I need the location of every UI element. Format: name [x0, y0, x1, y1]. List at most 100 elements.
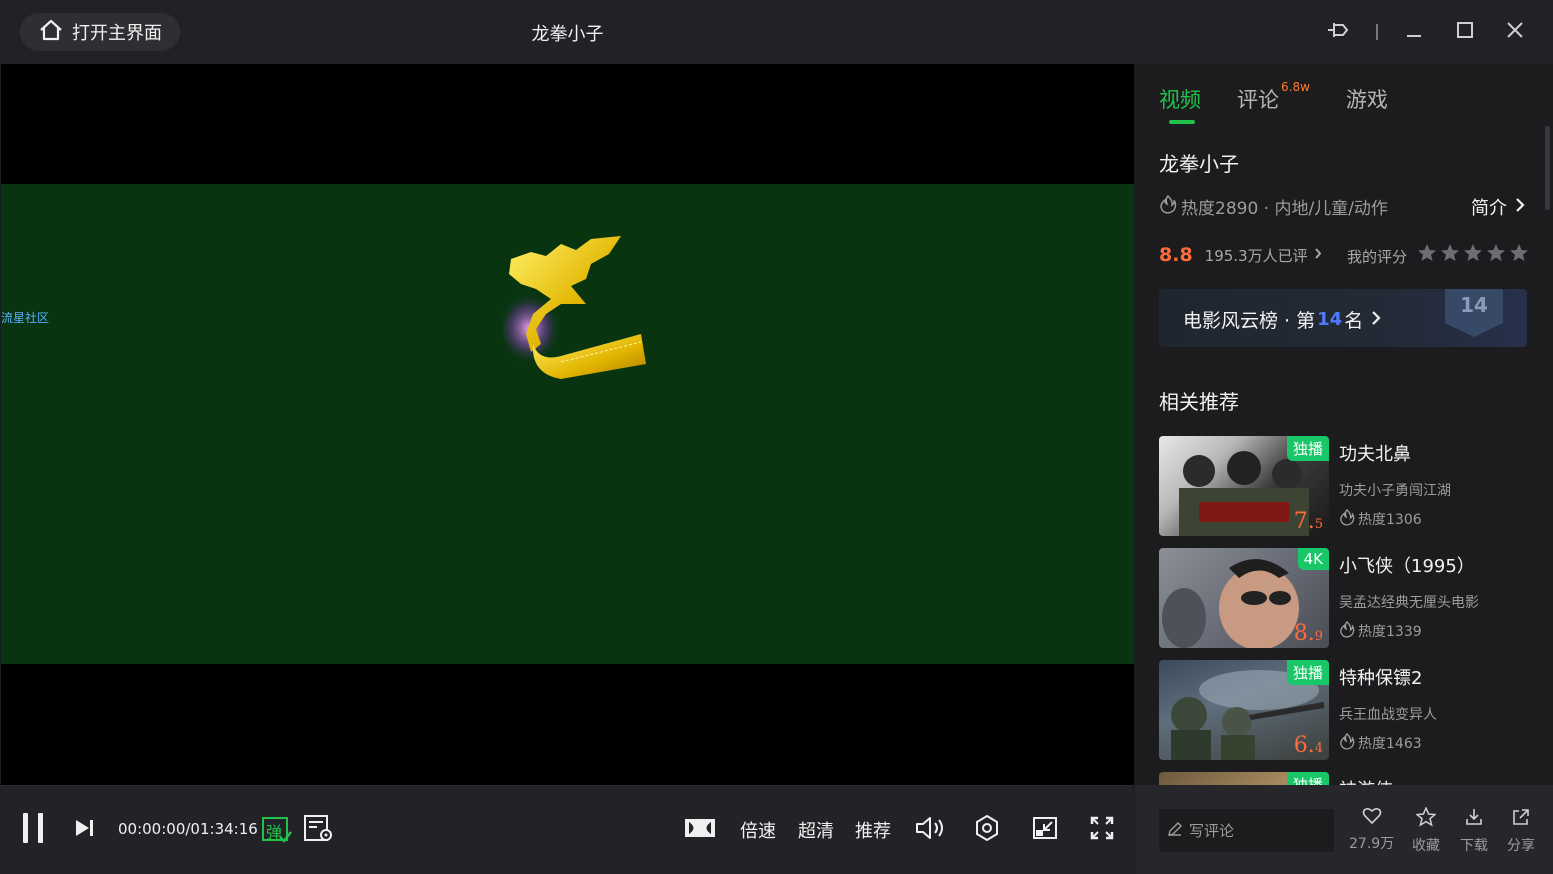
- comment-count-badge: 6.8w: [1281, 80, 1310, 94]
- exclusive-badge: 独播: [1286, 660, 1329, 685]
- star-icon[interactable]: [1486, 243, 1506, 267]
- intro-label: 简介: [1471, 198, 1507, 219]
- video-frame: [1, 184, 1134, 664]
- flame-icon: [1159, 194, 1177, 219]
- pause-button[interactable]: [18, 812, 48, 848]
- rec-title: 神游侠: [1339, 776, 1393, 785]
- thumbnail-score: 7.5: [1294, 509, 1323, 534]
- 4k-badge: 4K: [1297, 548, 1329, 570]
- next-button[interactable]: [70, 812, 98, 848]
- download-icon: [1464, 807, 1484, 831]
- rating-count-link[interactable]: 195.3万人已评: [1205, 245, 1322, 266]
- danmaku-settings-button[interactable]: [300, 812, 336, 848]
- comment-action-bar: 写评论 27.9万 收藏 下载 分享: [1135, 785, 1553, 874]
- rating-row: 8.8 195.3万人已评 我的评分: [1159, 242, 1529, 268]
- star-icon[interactable]: [1509, 243, 1529, 267]
- rank-text: 电影风云榜 · 第 14 名: [1183, 306, 1381, 333]
- pause-icon: [20, 811, 46, 849]
- settings-icon: [974, 814, 1000, 846]
- heart-icon: [1362, 807, 1382, 829]
- thumbnail: 独播 6.4: [1159, 660, 1329, 760]
- download-label: 下载: [1460, 838, 1488, 854]
- movie-score: 8.8: [1159, 244, 1193, 266]
- next-icon: [72, 818, 96, 842]
- rating-count-text: 195.3万人已评: [1204, 246, 1308, 265]
- flame-icon: [1339, 620, 1355, 642]
- star-icon[interactable]: [1417, 243, 1437, 267]
- rec-title: 小飞侠（1995）: [1339, 556, 1475, 577]
- share-label: 分享: [1507, 838, 1535, 854]
- quality-button[interactable]: 超清: [796, 812, 836, 848]
- comment-placeholder: 写评论: [1189, 822, 1235, 840]
- score-int: 6.: [1293, 733, 1315, 758]
- score-int: 8.: [1293, 621, 1315, 646]
- mini-window-button[interactable]: [1028, 812, 1062, 848]
- speed-button[interactable]: 倍速: [738, 812, 778, 848]
- player-window: 打开主界面 龙拳小子 流星社区 00:00:00/01:34:16 弹 倍速 超…: [0, 0, 1553, 874]
- volume-button[interactable]: [912, 812, 950, 848]
- pin-button[interactable]: [1324, 18, 1352, 46]
- rec-hot: 热度1306: [1339, 508, 1422, 530]
- list-item[interactable]: 独播 6.4 特种保镖2 兵王血战变异人 热度1463: [1159, 660, 1539, 772]
- list-item[interactable]: 4K 8.9 小飞侠（1995） 吴孟达经典无厘头电影 热度1339: [1159, 548, 1539, 660]
- movie-meta: 热度2890 · 内地/儿童/动作: [1159, 194, 1388, 219]
- my-rating-label: 我的评分: [1347, 248, 1408, 266]
- video-canvas[interactable]: 流星社区: [1, 64, 1134, 785]
- tab-games[interactable]: 游戏: [1346, 84, 1388, 114]
- list-item[interactable]: 独播 7.5 功夫北鼻 功夫小子勇闯江湖 热度1306: [1159, 436, 1539, 548]
- settings-button[interactable]: [972, 812, 1002, 848]
- sidebar: 视频 评论6.8w 游戏 龙拳小子 热度2890 · 内地/儿童/动作 简介 8…: [1135, 64, 1553, 785]
- rec-subtitle: 吴孟达经典无厘头电影: [1339, 595, 1479, 611]
- chevron-right-icon: [1371, 309, 1381, 331]
- recommend-button[interactable]: 推荐: [853, 812, 893, 848]
- score-dec: 4: [1314, 741, 1323, 756]
- tab-comments-label: 评论: [1237, 88, 1279, 112]
- recommendation-list: 独播 7.5 功夫北鼻 功夫小子勇闯江湖 热度1306 4K 8.9 小飞侠（1…: [1159, 436, 1539, 785]
- chevron-right-icon: [1314, 246, 1322, 264]
- rec-subtitle: 功夫小子勇闯江湖: [1339, 483, 1451, 499]
- minimize-button[interactable]: [1400, 18, 1428, 46]
- maximize-button[interactable]: [1451, 18, 1479, 46]
- title-bar: 打开主界面 龙拳小子: [0, 0, 1553, 64]
- score-dec: 5: [1314, 517, 1323, 532]
- like-button[interactable]: 27.9万: [1349, 807, 1394, 853]
- star-icon[interactable]: [1440, 243, 1460, 267]
- rec-title: 特种保镖2: [1339, 668, 1423, 689]
- score-dec: 9: [1314, 629, 1323, 644]
- fullscreen-button[interactable]: [1086, 812, 1118, 848]
- download-button[interactable]: 下载: [1460, 807, 1488, 855]
- list-item[interactable]: 独播 神游侠: [1159, 772, 1539, 785]
- share-icon: [1511, 807, 1531, 831]
- favorite-label: 收藏: [1412, 838, 1440, 854]
- control-bar: 00:00:00/01:34:16 弹 倍速 超清 推荐: [0, 785, 1134, 874]
- rating-stars: [1417, 243, 1529, 267]
- mini-window-icon: [1031, 815, 1059, 845]
- share-button[interactable]: 分享: [1507, 807, 1535, 855]
- score-int: 7.: [1293, 509, 1315, 534]
- sidebar-scrollbar[interactable]: [1545, 126, 1550, 210]
- thumbnail: 独播 7.5: [1159, 436, 1329, 536]
- rank-suffix: 名: [1344, 310, 1364, 332]
- flame-icon: [1339, 508, 1355, 530]
- tab-comments[interactable]: 评论6.8w: [1237, 80, 1310, 114]
- star-icon[interactable]: [1463, 243, 1483, 267]
- tab-video[interactable]: 视频: [1159, 84, 1201, 124]
- playback-time: 00:00:00/01:34:16: [118, 820, 258, 838]
- danmaku-toggle[interactable]: 弹: [258, 812, 294, 848]
- comment-input[interactable]: 写评论: [1159, 809, 1334, 852]
- intro-link[interactable]: 简介: [1471, 194, 1525, 220]
- close-icon: [1505, 20, 1525, 44]
- movie-rank-card[interactable]: 电影风云榜 · 第 14 名 14: [1159, 289, 1527, 347]
- dolby-button[interactable]: [682, 812, 718, 848]
- pin-icon: [1325, 17, 1351, 47]
- pencil-icon: [1167, 821, 1183, 841]
- related-title: 相关推荐: [1159, 390, 1239, 414]
- tab-games-label: 游戏: [1345, 88, 1388, 112]
- open-main-button[interactable]: 打开主界面: [20, 13, 180, 51]
- rank-badge: 14: [1445, 289, 1503, 337]
- close-button[interactable]: [1501, 18, 1529, 46]
- thumbnail-score: 8.9: [1294, 621, 1323, 646]
- open-main-label: 打开主界面: [72, 23, 162, 44]
- volume-icon: [914, 814, 948, 846]
- favorite-button[interactable]: 收藏: [1412, 806, 1440, 855]
